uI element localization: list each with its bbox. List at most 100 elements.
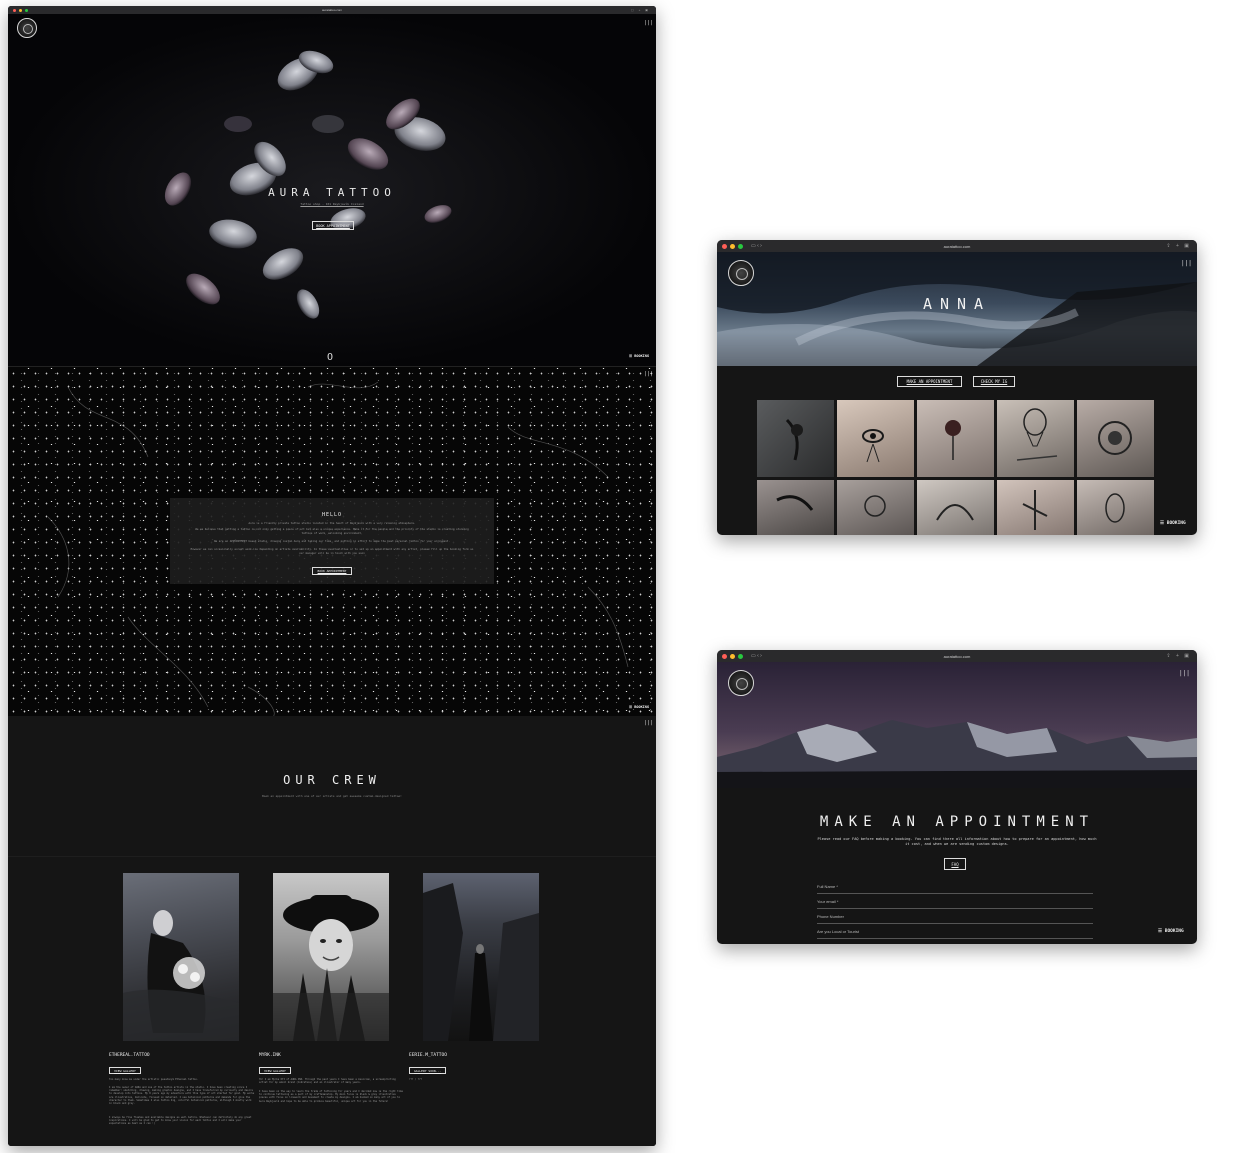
gallery-tile[interactable] bbox=[997, 400, 1074, 477]
artist-bio-myrk-1: Hi! I am Myrka Ott of AURA INK. Through … bbox=[259, 1078, 396, 1085]
hero-book-appointment-button[interactable]: BOOK APPOINTMENT bbox=[312, 221, 354, 230]
toolbar-icons[interactable]: ⇪ + ▣ bbox=[1166, 653, 1191, 659]
main-browser-window: auratattoo.com ▢ + ▣ AURA TATTOO Tattoo … bbox=[8, 6, 656, 1146]
booking-label: BOOKING bbox=[1164, 929, 1184, 934]
phone-label: Phone Number bbox=[817, 914, 844, 919]
gallery-tile[interactable] bbox=[837, 480, 914, 535]
browser-toolbar: ▭ ‹ › auratattoo.com ⇪ + ▣ bbox=[717, 650, 1197, 662]
zoom-window-button[interactable] bbox=[738, 243, 743, 249]
artist-bio-ethereal-3: I always be fine flashes and available d… bbox=[109, 1116, 252, 1126]
sidebar-icon[interactable]: ▭ ‹ › bbox=[751, 653, 762, 659]
gallery-tile[interactable] bbox=[1077, 480, 1154, 535]
crew-subheading: Book an appointment with one of our arti… bbox=[262, 794, 402, 798]
gallery-soon-eerie-button[interactable]: GALLERY SOON... bbox=[409, 1067, 446, 1074]
artist-name-myrk: MYRK.INK bbox=[259, 1053, 281, 1058]
hello-heading: HELLO bbox=[321, 512, 343, 518]
browser-toolbar: ▭ ‹ › auratattoo.com ⇪ + ▣ bbox=[717, 240, 1197, 252]
booking-icon: ☰ bbox=[1160, 521, 1167, 526]
menu-icon[interactable]: ||| bbox=[1181, 260, 1192, 267]
phone-field[interactable]: Phone Number bbox=[817, 914, 1093, 924]
zoom-window-button[interactable] bbox=[738, 653, 743, 659]
hello-book-appointment-button[interactable]: BOOK APPOINTMENT bbox=[312, 567, 352, 575]
logo[interactable] bbox=[728, 670, 754, 696]
crew-heading: OUR CREW bbox=[283, 773, 381, 787]
tattoo-gallery-grid bbox=[757, 400, 1155, 535]
hello-card: HELLO Aura is a friendly private tattoo … bbox=[170, 498, 494, 584]
gallery-tile[interactable] bbox=[837, 400, 914, 477]
artist-photo-ethereal[interactable] bbox=[123, 873, 239, 1041]
email-label: Your email * bbox=[817, 899, 839, 904]
anna-booking-link[interactable]: ☰ BOOKING bbox=[1160, 521, 1186, 526]
anna-browser-window: ▭ ‹ › auratattoo.com ⇪ + ▣ ||| ANNA MAKE… bbox=[717, 240, 1197, 535]
minimize-window-button[interactable] bbox=[730, 243, 735, 249]
faq-button[interactable]: FAQ bbox=[944, 858, 966, 870]
close-window-button[interactable] bbox=[722, 653, 727, 659]
address-bar[interactable]: auratattoo.com bbox=[322, 8, 342, 12]
crew-section: ||| OUR CREW Book an appointment with on… bbox=[8, 716, 656, 1146]
address-bar[interactable]: auratattoo.com bbox=[944, 244, 971, 249]
scroll-indicator[interactable]: O bbox=[327, 352, 333, 363]
local-or-tourist-field[interactable]: Are you Local or Tourist bbox=[817, 929, 1093, 939]
appointment-browser-window: ▭ ‹ › auratattoo.com ⇪ + ▣ ||| MAKE AN A… bbox=[717, 650, 1197, 944]
gallery-tile[interactable] bbox=[757, 400, 834, 477]
artist-bio-eerie-1: ??? / ??? bbox=[409, 1078, 422, 1081]
logo[interactable] bbox=[17, 18, 37, 38]
appointment-booking-link[interactable]: ☰ BOOKING bbox=[1158, 929, 1184, 934]
hello-booking-link[interactable]: ☰ BOOKING bbox=[629, 705, 649, 709]
sidebar-icon[interactable]: ▭ ‹ › bbox=[751, 243, 762, 249]
toolbar-icons[interactable]: ⇪ + ▣ bbox=[1166, 243, 1191, 249]
appointment-title: MAKE AN APPOINTMENT bbox=[819, 814, 1095, 830]
minimize-window-button[interactable] bbox=[730, 653, 735, 659]
anna-hero: ||| ANNA bbox=[717, 252, 1197, 366]
appointment-intro: Please read our FAQ before making a book… bbox=[817, 837, 1097, 846]
window-controls bbox=[722, 243, 743, 249]
address-bar[interactable]: auratattoo.com bbox=[944, 654, 971, 659]
gallery-tile[interactable] bbox=[917, 480, 994, 535]
window-controls bbox=[13, 8, 28, 12]
booking-label: BOOKING bbox=[634, 705, 650, 709]
close-window-button[interactable] bbox=[722, 243, 727, 249]
minimize-window-button[interactable] bbox=[19, 8, 22, 12]
view-gallery-myrk-button[interactable]: VIEW GALLERY bbox=[259, 1067, 291, 1074]
artist-photo-myrk-art bbox=[273, 895, 389, 1041]
crew-divider bbox=[8, 856, 656, 857]
window-controls bbox=[722, 653, 743, 659]
hello-paragraph-4: However we can occasionally accept walk-… bbox=[190, 548, 474, 555]
artist-photo-myrk[interactable] bbox=[273, 873, 389, 1041]
make-appointment-button[interactable]: MAKE AN APPOINTMENT bbox=[897, 376, 962, 387]
hello-paragraph-3: We are an APPOINTMENT based studio, draw… bbox=[214, 540, 450, 543]
hero-title: AURA TATTOO bbox=[268, 186, 396, 199]
artist-name-ethereal: ETHEREAL.TATTOO bbox=[109, 1053, 150, 1058]
anna-title: ANNA bbox=[922, 295, 992, 313]
logo[interactable] bbox=[728, 260, 754, 286]
menu-icon[interactable]: ||| bbox=[1179, 670, 1190, 677]
menu-icon[interactable]: ||| bbox=[644, 720, 653, 726]
hero-section: AURA TATTOO Tattoo shop - 101 Reykjavík … bbox=[8, 14, 656, 366]
hello-paragraph-2: We we believe that getting a tattoo is n… bbox=[195, 528, 469, 535]
hero-booking-link[interactable]: ☰ BOOKING bbox=[629, 354, 649, 358]
booking-label: BOOKING bbox=[634, 354, 650, 358]
zoom-window-button[interactable] bbox=[25, 8, 28, 12]
gallery-tile[interactable] bbox=[757, 480, 834, 535]
artist-photo-ethereal-art bbox=[123, 910, 239, 1041]
artist-bio-ethereal-1: Too many know me under the artistic pseu… bbox=[109, 1078, 199, 1081]
email-field[interactable]: Your email * bbox=[817, 899, 1093, 909]
full-name-field[interactable]: Full Name * bbox=[817, 884, 1093, 894]
menu-icon[interactable]: ||| bbox=[644, 371, 653, 377]
check-ig-button[interactable]: CHECK MY IG bbox=[973, 376, 1015, 387]
gallery-tile[interactable] bbox=[997, 480, 1074, 535]
appointment-hero: ||| bbox=[717, 662, 1197, 788]
artist-name-eerie: EERIE.M_TATTOO bbox=[409, 1053, 447, 1058]
artist-bio-myrk-2: I have been on the way to learn the trad… bbox=[259, 1090, 403, 1103]
local-or-tourist-label: Are you Local or Tourist bbox=[817, 929, 859, 934]
menu-icon[interactable]: ||| bbox=[644, 20, 653, 26]
booking-icon: ☰ bbox=[1158, 929, 1165, 934]
close-window-button[interactable] bbox=[13, 8, 16, 12]
gallery-tile[interactable] bbox=[917, 400, 994, 477]
full-name-label: Full Name * bbox=[817, 884, 838, 889]
view-gallery-ethereal-button[interactable]: VIEW GALLERY bbox=[109, 1067, 141, 1074]
artist-bio-ethereal-2: I am the owner of AURA and one of the ta… bbox=[109, 1086, 255, 1106]
artist-photo-eerie[interactable] bbox=[423, 873, 539, 1041]
toolbar-icons[interactable]: ▢ + ▣ bbox=[631, 8, 650, 12]
gallery-tile[interactable] bbox=[1077, 400, 1154, 477]
